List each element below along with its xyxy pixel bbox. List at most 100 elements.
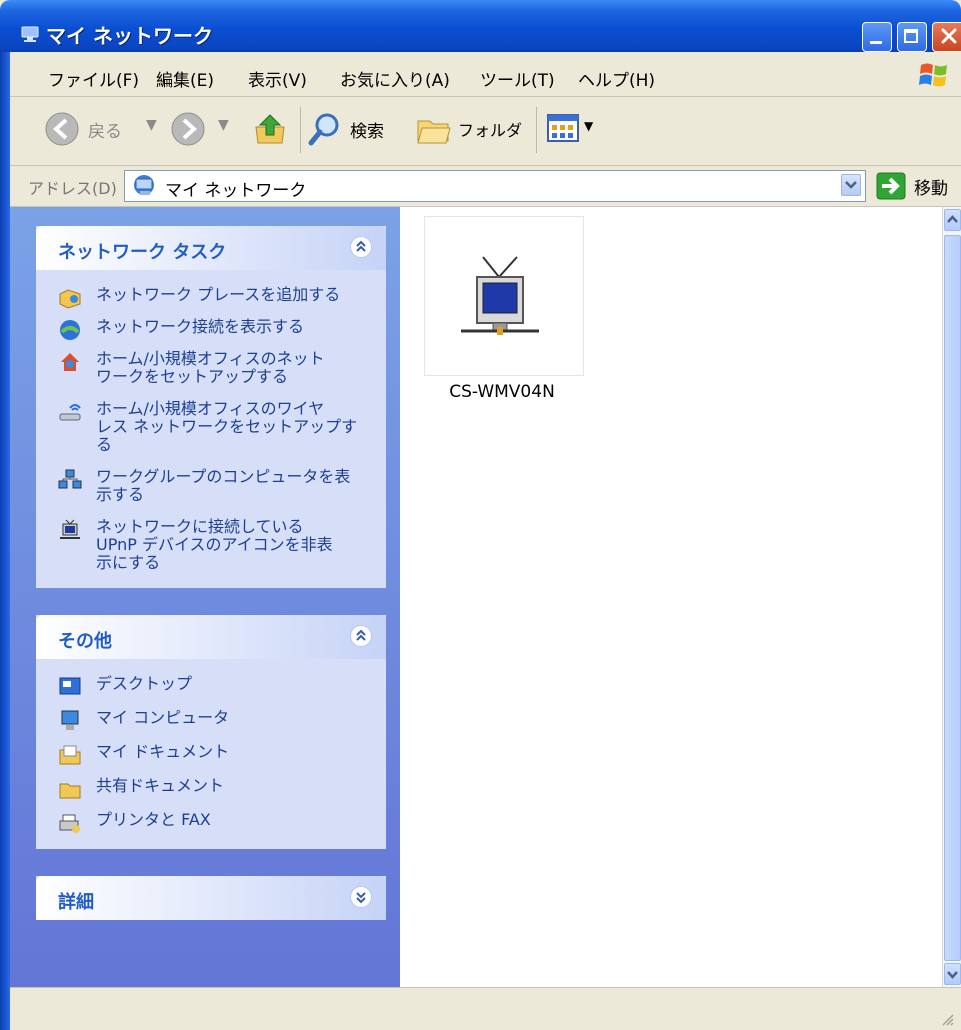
place-label: マイ コンピュータ	[96, 708, 230, 727]
forward-arrow-icon	[171, 112, 205, 146]
forward-dropdown-icon[interactable]: ▼	[218, 117, 229, 133]
double-chevron-up-icon	[356, 240, 366, 252]
title-bar[interactable]: マイ ネットワーク	[0, 0, 961, 52]
task-label: ホーム/小規模オフィスのネット ワークをセットアップする	[96, 349, 325, 386]
add-network-place-icon	[59, 289, 81, 309]
file-view: CS-WMV04N	[400, 207, 942, 987]
menu-bar: ファイル(F) 編集(E) 表示(V) お気に入り(A) ツール(T) ヘルプ(…	[0, 52, 961, 97]
views-dropdown-icon[interactable]: ▼	[584, 119, 593, 133]
resize-grip-icon[interactable]	[941, 1013, 955, 1027]
chevron-down-icon	[845, 181, 857, 189]
task-label: ネットワーク プレースを追加する	[96, 285, 341, 304]
upnp-device-icon	[60, 519, 80, 539]
scroll-thumb[interactable]	[944, 235, 961, 961]
close-button[interactable]	[932, 22, 961, 52]
menu-file[interactable]: ファイル(F)	[48, 66, 139, 91]
scroll-down-button[interactable]	[944, 963, 961, 985]
task-label: ネットワークに接続している UPnP デバイスのアイコンを非表 示にする	[96, 517, 333, 572]
shared-documents-icon	[59, 783, 81, 799]
minimize-button[interactable]	[862, 22, 892, 52]
window-title: マイ ネットワーク	[46, 24, 213, 48]
views-icon	[547, 114, 579, 142]
other-places-header[interactable]: その他	[36, 615, 386, 659]
desktop-icon	[59, 677, 81, 695]
network-tasks-header[interactable]: ネットワーク タスク	[36, 226, 386, 270]
back-dropdown-icon[interactable]: ▼	[146, 117, 157, 133]
my-documents-icon	[59, 745, 81, 765]
task-label: ネットワーク接続を表示する	[96, 317, 305, 336]
task-label: ホーム/小規模オフィスのワイヤ レス ネットワークをセットアップす る	[96, 399, 358, 454]
collapse-button[interactable]	[350, 625, 372, 647]
network-tasks-title: ネットワーク タスク	[58, 242, 227, 263]
network-tasks-panel: ネットワーク タスク ネットワーク プレースを追加する ネットワーク接続を表示す…	[36, 226, 386, 588]
menu-tools[interactable]: ツール(T)	[480, 66, 555, 91]
address-label: アドレス(D)	[28, 179, 117, 198]
place-label: プリンタと FAX	[96, 810, 211, 829]
place-label: 共有ドキュメント	[96, 776, 225, 795]
place-label: マイ ドキュメント	[96, 742, 230, 761]
menu-edit[interactable]: 編集(E)	[156, 66, 214, 91]
go-button[interactable]: 移動	[872, 170, 961, 202]
my-computer-icon	[61, 710, 79, 730]
printers-fax-icon	[59, 814, 80, 833]
place-label: デスクトップ	[96, 674, 193, 693]
address-bar: アドレス(D) マイ ネットワーク 移動	[0, 166, 961, 207]
folders-label: フォルダ	[458, 121, 523, 140]
my-network-icon	[21, 26, 39, 42]
address-dropdown-button[interactable]	[841, 174, 861, 196]
file-item[interactable]: CS-WMV04N	[400, 207, 620, 417]
home-network-setup-icon	[61, 353, 79, 371]
vertical-scrollbar[interactable]	[942, 207, 961, 987]
details-panel: 詳細	[36, 876, 386, 920]
double-chevron-down-icon	[356, 892, 366, 904]
status-bar	[10, 987, 961, 1030]
windows-logo-icon	[919, 63, 947, 87]
task-pane: ネットワーク タスク ネットワーク プレースを追加する ネットワーク接続を表示す…	[10, 207, 400, 987]
minimize-icon	[870, 41, 882, 44]
maximize-icon	[904, 29, 918, 43]
scroll-up-button[interactable]	[944, 209, 961, 231]
views-button[interactable]: ▼	[546, 111, 602, 149]
search-button[interactable]: 検索	[306, 111, 406, 149]
file-item-label: CS-WMV04N	[449, 382, 555, 402]
menu-favorites[interactable]: お気に入り(A)	[340, 66, 450, 91]
upnp-tv-device-icon	[461, 256, 539, 335]
details-title: 詳細	[58, 892, 94, 913]
window-left-border	[0, 52, 10, 1030]
folders-icon	[417, 120, 451, 144]
other-places-panel: その他 デスクトップ マイ コンピュータ マイ ドキュメント 共有ドキュメント	[36, 615, 386, 849]
address-field[interactable]: マイ ネットワーク	[124, 170, 866, 202]
other-places-title: その他	[58, 631, 112, 652]
my-network-icon	[134, 175, 154, 195]
maximize-button[interactable]	[897, 22, 927, 52]
network-connections-icon	[60, 320, 80, 340]
scroll-up-icon	[947, 215, 958, 223]
expand-button[interactable]	[350, 886, 372, 908]
go-arrow-icon	[876, 172, 906, 200]
close-icon	[941, 28, 957, 44]
folders-button[interactable]: フォルダ	[416, 111, 528, 149]
scroll-down-icon	[947, 971, 958, 979]
search-label: 検索	[350, 122, 384, 142]
details-header[interactable]: 詳細	[36, 876, 386, 920]
wireless-setup-icon	[59, 404, 81, 421]
toolbar-separator	[536, 107, 537, 153]
double-chevron-up-icon	[356, 629, 366, 641]
collapse-button[interactable]	[350, 236, 372, 258]
workgroup-computers-icon	[58, 469, 82, 489]
standard-toolbar: 戻る ▼ ▼ 検索 フォルダ ▼	[0, 97, 961, 166]
go-label: 移動	[914, 179, 948, 199]
toolbar-separator	[300, 107, 301, 153]
menu-view[interactable]: 表示(V)	[248, 66, 307, 91]
search-icon	[308, 113, 339, 146]
task-label: ワークグループのコンピュータを表 示する	[96, 467, 351, 504]
file-item-thumbnail	[424, 216, 584, 376]
explorer-window: マイ ネットワーク ファイル(F) 編集(E) 表示(V) お気に入り(A) ツ…	[0, 0, 961, 1030]
back-label: 戻る	[88, 122, 122, 142]
back-button[interactable]: 戻る ▼	[44, 111, 184, 149]
back-arrow-icon	[45, 112, 79, 146]
menu-help[interactable]: ヘルプ(H)	[578, 66, 655, 91]
forward-button[interactable]: ▼	[170, 111, 240, 149]
address-value: マイ ネットワーク	[165, 181, 307, 201]
up-folder-button[interactable]	[252, 111, 288, 147]
